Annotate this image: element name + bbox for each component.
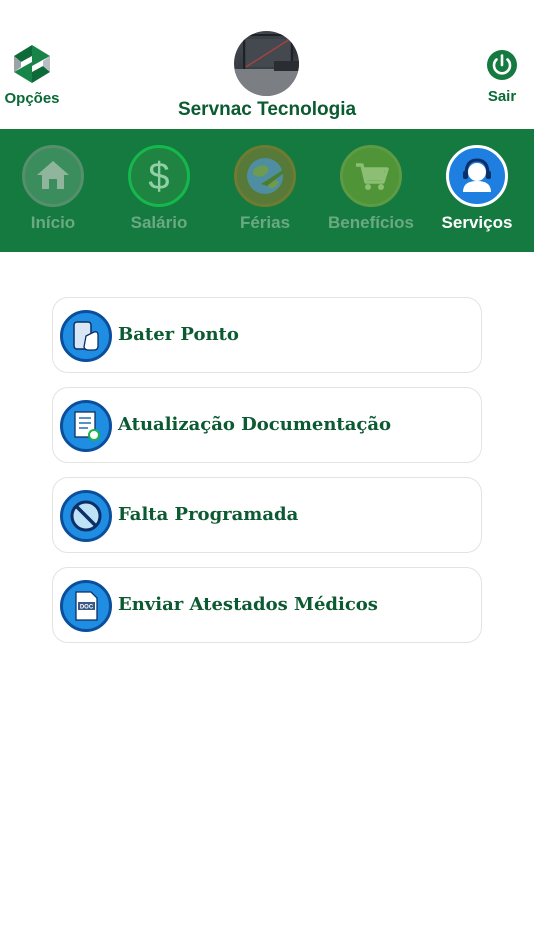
- support-agent-icon: [446, 145, 508, 207]
- logout-button[interactable]: Sair: [480, 48, 524, 105]
- tab-bar: Início $ Salário Férias Benefícios Servi…: [0, 129, 534, 252]
- service-label: Falta Programada: [118, 504, 299, 525]
- doc-file-icon: DOC: [60, 580, 112, 632]
- document-update-icon: [60, 400, 112, 452]
- service-falta-programada[interactable]: Falta Programada: [52, 477, 482, 553]
- company-name: Servnac Tecnologia: [177, 99, 357, 120]
- cart-icon: [340, 145, 402, 207]
- tab-label: Salário: [130, 213, 188, 232]
- tab-label: Serviços: [441, 213, 513, 232]
- avatar[interactable]: [234, 31, 299, 96]
- tab-servicos[interactable]: Serviços: [424, 145, 530, 233]
- svg-text:DOC: DOC: [80, 605, 94, 611]
- menu-logo-icon: [14, 45, 50, 83]
- service-label: Enviar Atestados Médicos: [118, 594, 378, 615]
- tab-ferias[interactable]: Férias: [212, 145, 318, 233]
- service-atualizacao-documentacao[interactable]: Atualização Documentação: [52, 387, 482, 463]
- service-enviar-atestados[interactable]: DOC Enviar Atestados Médicos: [52, 567, 482, 643]
- services-list: Bater Ponto Atualização Documentação Fal…: [52, 297, 482, 657]
- tab-label: Benefícios: [328, 213, 414, 232]
- tab-salario[interactable]: $ Salário: [106, 145, 212, 233]
- dollar-icon: $: [128, 145, 190, 207]
- svg-text:$: $: [148, 156, 169, 198]
- avatar-image: [234, 34, 299, 96]
- app-header: Opções Servnac Tecnologia Sair: [0, 0, 534, 129]
- globe-plane-icon: [234, 145, 296, 207]
- service-label: Bater Ponto: [118, 324, 239, 345]
- options-button[interactable]: Opções: [0, 44, 64, 107]
- service-label: Atualização Documentação: [118, 414, 392, 435]
- prohibited-icon: [60, 490, 112, 542]
- tab-beneficios[interactable]: Benefícios: [318, 145, 424, 233]
- phone-touch-icon: [60, 310, 112, 362]
- tab-inicio[interactable]: Início: [0, 145, 106, 233]
- service-bater-ponto[interactable]: Bater Ponto: [52, 297, 482, 373]
- logout-label: Sair: [487, 88, 517, 105]
- tab-label: Início: [30, 213, 76, 232]
- home-icon: [22, 145, 84, 207]
- tab-label: Férias: [239, 213, 291, 232]
- power-icon: [487, 50, 517, 80]
